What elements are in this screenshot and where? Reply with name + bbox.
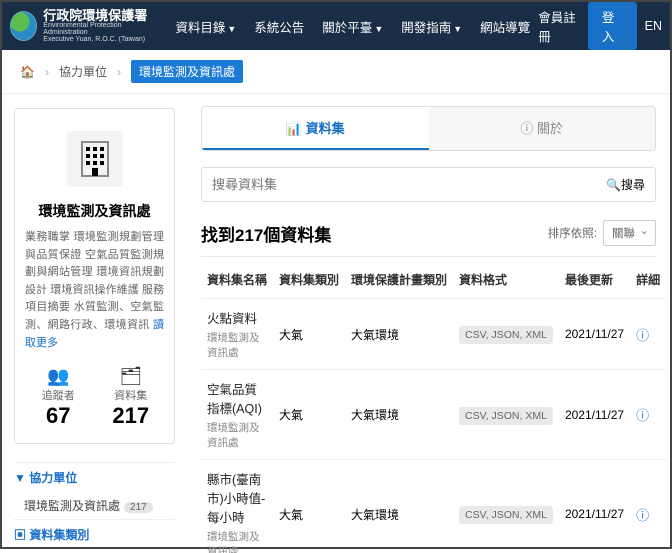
column-header: 資料集類別: [273, 261, 345, 299]
brand[interactable]: 行政院環境保護署 Environmental Protection Admini…: [10, 9, 155, 43]
org-card: 環境監測及資訊處 業務職掌 環境監測規劃管理與品質保證 空氣品質監測規劃與網站管…: [14, 108, 175, 444]
caret-down-icon: ▼: [374, 24, 383, 34]
top-navbar: 行政院環境保護署 Environmental Protection Admini…: [2, 2, 670, 50]
tab-bar: 📊 資料集 ⓘ 關於: [201, 106, 656, 151]
table-row[interactable]: 空氣品質指標(AQI)環境監測及資訊處大氣大氣環境 CSV, JSON, XML 2…: [201, 370, 666, 460]
table-row[interactable]: 火點資料環境監測及資訊處大氣大氣環境 CSV, JSON, XML 2021/11/…: [201, 299, 666, 370]
info-icon[interactable]: ⓘ: [636, 408, 649, 423]
dataset-date: 2021/11/27: [559, 370, 630, 460]
tab-datasets[interactable]: 📊 資料集: [202, 107, 429, 150]
dataset-category: 大氣: [273, 460, 345, 553]
search-button[interactable]: 🔍搜尋: [606, 176, 645, 193]
chevron-right-icon: ›: [45, 65, 49, 79]
results-heading: 找到217個資料集: [201, 221, 331, 246]
filter-category-item[interactable]: 大氣162: [14, 549, 175, 553]
datasets-table: 資料集名稱資料集類別環境保護計畫類別資料格式最後更新詳細 火點資料環境監測及資訊…: [201, 261, 666, 553]
nav-item[interactable]: 資料目錄▼: [167, 11, 244, 42]
nav-item[interactable]: 系統公告: [246, 11, 312, 42]
format-badge: CSV, JSON, XML: [459, 407, 553, 425]
dataset-org: 環境監測及資訊處: [207, 330, 267, 360]
breadcrumb-lvl1[interactable]: 協力單位: [59, 63, 107, 80]
dataset-plan: 大氣環境: [345, 299, 453, 370]
datasets-stat: 🗂 資料集 217: [98, 366, 165, 429]
filter-coop-header[interactable]: ▼ 協力單位: [14, 462, 175, 492]
column-header: 詳細: [630, 261, 666, 299]
dataset-name: 縣市(臺南市)小時值-每小時: [207, 469, 267, 526]
dataset-name: 空氣品質指標(AQI): [207, 379, 267, 417]
brand-sub2: Executive Yuan, R.O.C. (Taiwan): [43, 36, 155, 43]
format-badge: CSV, JSON, XML: [459, 326, 553, 344]
format-badge: CSV, JSON, XML: [459, 506, 553, 524]
tab-about[interactable]: ⓘ 關於: [429, 107, 656, 150]
brand-sub1: Environmental Protection Administration: [43, 22, 155, 36]
column-header: 資料格式: [453, 261, 559, 299]
sidebar: 環境監測及資訊處 業務職掌 環境監測規劃管理與品質保證 空氣品質監測規劃與網站管…: [2, 94, 187, 553]
nav-item[interactable]: 關於平臺▼: [314, 11, 391, 42]
dataset-name: 火點資料: [207, 308, 267, 327]
caret-down-icon: ▼: [453, 24, 462, 34]
chevron-right-icon: ›: [117, 65, 121, 79]
content-area: 📊 資料集 ⓘ 關於 🔍搜尋 找到217個資料集 排序依照: 關聯 資料集名稱資…: [187, 94, 670, 553]
dataset-org: 環境監測及資訊處: [207, 420, 267, 450]
logo-icon: [10, 11, 37, 41]
info-icon[interactable]: ⓘ: [636, 328, 649, 343]
nav-item[interactable]: 開發指南▼: [393, 11, 470, 42]
column-header: 資料集名稱: [201, 261, 273, 299]
search-bar: 🔍搜尋: [201, 167, 656, 202]
followers-icon: 👥: [25, 366, 92, 387]
building-icon: [67, 131, 123, 187]
table-row[interactable]: 縣市(臺南市)小時值-每小時環境監測及資訊處大氣大氣環境 CSV, JSON, X…: [201, 460, 666, 553]
filter-coop-item[interactable]: 環境監測及資訊處217: [14, 492, 175, 519]
sort-label: 排序依照:: [548, 225, 597, 241]
search-input[interactable]: [212, 177, 606, 192]
sitemap-icon: 🗂: [98, 366, 165, 387]
dataset-category: 大氣: [273, 370, 345, 460]
lang-switch[interactable]: EN: [645, 19, 662, 33]
dataset-category: 大氣: [273, 299, 345, 370]
home-icon[interactable]: 🏠: [20, 65, 35, 79]
dataset-plan: 大氣環境: [345, 370, 453, 460]
sort-select[interactable]: 關聯: [603, 220, 656, 246]
org-description: 業務職掌 環境監測規劃管理與品質保證 空氣品質監測規劃與網站管理 環境資訊規劃設…: [25, 229, 164, 352]
breadcrumb-current: 環境監測及資訊處: [131, 60, 243, 83]
breadcrumb: 🏠 › 協力單位 › 環境監測及資訊處: [2, 50, 670, 94]
filter-category-header[interactable]: ▣ 資料集類別: [14, 519, 175, 549]
column-header: 環境保護計畫類別: [345, 261, 453, 299]
dataset-plan: 大氣環境: [345, 460, 453, 553]
org-title: 環境監測及資訊處: [25, 201, 164, 221]
column-header: 最後更新: [559, 261, 630, 299]
login-button[interactable]: 登入: [588, 2, 637, 50]
nav-register[interactable]: 會員註冊: [538, 7, 580, 45]
nav-item[interactable]: 網站導覽: [472, 11, 538, 42]
caret-down-icon: ▼: [227, 24, 236, 34]
dataset-org: 環境監測及資訊處: [207, 529, 267, 553]
info-icon[interactable]: ⓘ: [636, 508, 649, 523]
dataset-date: 2021/11/27: [559, 460, 630, 553]
brand-title: 行政院環境保護署: [43, 9, 155, 22]
dataset-date: 2021/11/27: [559, 299, 630, 370]
followers-stat: 👥 追蹤者 67: [25, 366, 92, 429]
